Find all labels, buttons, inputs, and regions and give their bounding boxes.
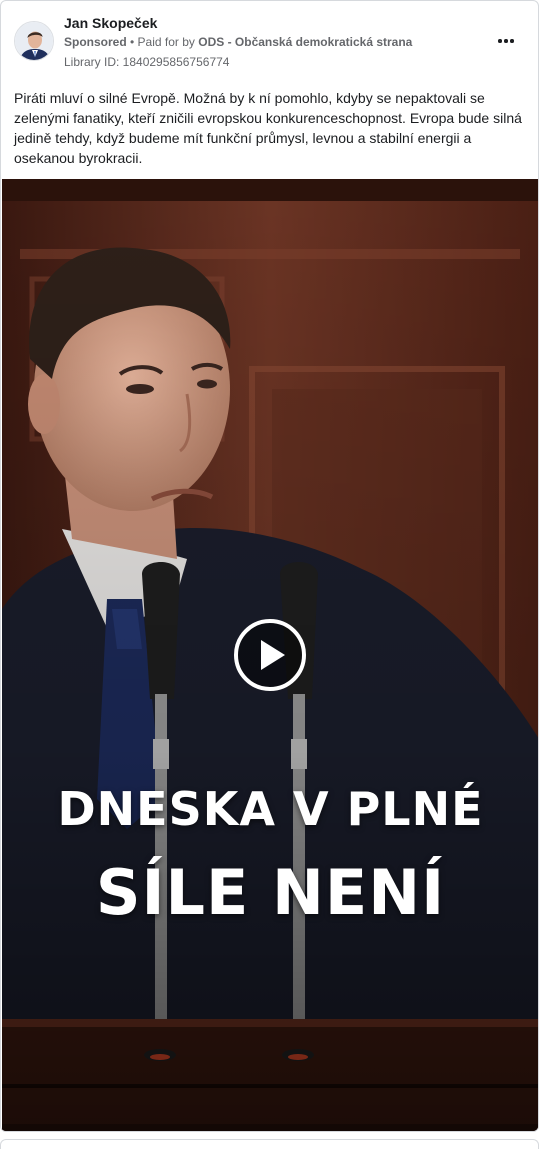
- video-player[interactable]: DNESKA V PLNÉ SÍLE NENÍ: [2, 179, 538, 1131]
- ad-card: Jan Skopeček Sponsored • Paid for by ODS…: [0, 0, 539, 1132]
- ad-body-text: Piráti mluví o silné Evropě. Možná by k …: [14, 90, 522, 166]
- video-caption-line-2: SÍLE NENÍ: [95, 856, 446, 929]
- library-id: Library ID: 1840295856756774: [64, 55, 230, 69]
- play-icon[interactable]: [234, 619, 306, 691]
- payer-name: ODS - Občanská demokratická strana: [198, 35, 413, 49]
- sponsored-label: Sponsored: [64, 35, 127, 49]
- sponsor-line: Sponsored • Paid for by ODS - Občanská d…: [64, 35, 412, 49]
- next-card-edge: [0, 1139, 539, 1149]
- separator: •: [126, 35, 138, 49]
- paid-for-prefix: Paid for by: [137, 35, 199, 49]
- page-name[interactable]: Jan Skopeček: [64, 15, 157, 31]
- more-options-icon[interactable]: [494, 29, 518, 53]
- avatar[interactable]: [14, 21, 54, 61]
- ad-header: Jan Skopeček Sponsored • Paid for by ODS…: [1, 1, 538, 79]
- video-caption-line-1: DNESKA V PLNÉ: [57, 782, 484, 836]
